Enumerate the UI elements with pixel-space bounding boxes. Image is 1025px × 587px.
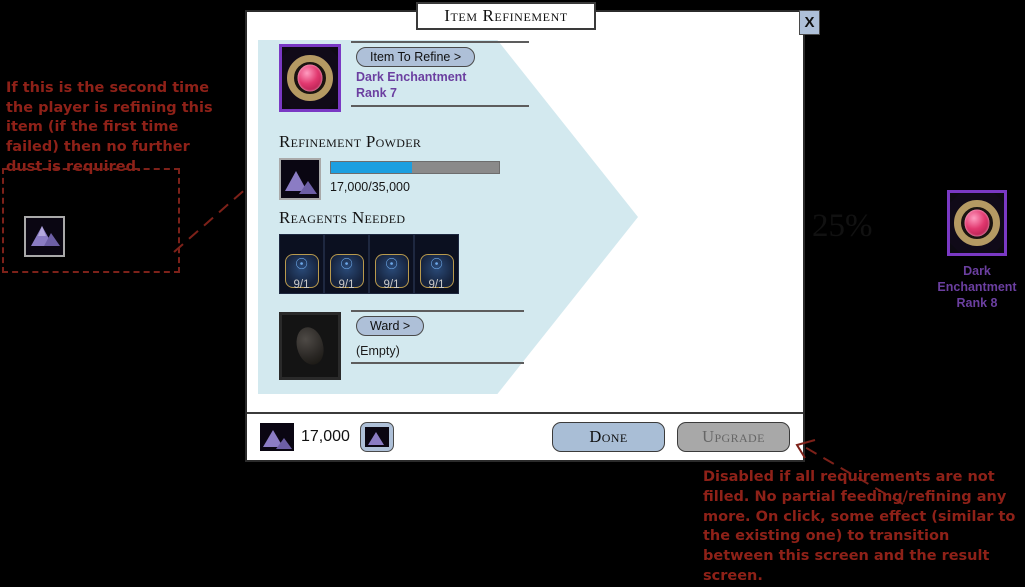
- item-to-refine-icon[interactable]: [279, 44, 341, 112]
- reagents-needed-section: Reagents Needed ☉ 9/1 ☉ 9/1 ☉ 9/1 ☉ 9/1: [279, 208, 459, 294]
- item-to-refine-meta: Item To Refine > Dark Enchantment Rank 7: [351, 41, 529, 107]
- reagent-slot[interactable]: ☉ 9/1: [414, 234, 459, 294]
- refinement-powder-progress-fill: [331, 162, 412, 173]
- ward-row: Ward > (Empty): [279, 310, 524, 382]
- ward-status: (Empty): [356, 344, 400, 358]
- dust-icon-sample: [24, 216, 65, 257]
- annotation-left-text: If this is the second time the player is…: [6, 80, 213, 175]
- result-item-name: Dark Enchantment Rank 8: [937, 264, 1017, 310]
- result-item: Dark Enchantment Rank 8: [922, 190, 1025, 311]
- reagent-slot[interactable]: ☉ 9/1: [279, 234, 324, 294]
- result-item-icon: [947, 190, 1007, 256]
- item-refinement-dialog: Item Refinement X Item To Refine > Dark …: [245, 2, 1017, 462]
- refinement-powder-amount-label: 17,000/35,000: [330, 180, 410, 194]
- refinement-powder-meta: 17,000/35,000: [330, 158, 500, 194]
- success-chance-percent: 25%: [812, 208, 873, 244]
- divider-top: [351, 41, 529, 43]
- close-icon[interactable]: X: [799, 10, 820, 35]
- refinement-powder-heading: Refinement Powder: [279, 132, 422, 151]
- reagent-count: 9/1: [383, 279, 400, 291]
- refinement-powder-icon[interactable]: [279, 158, 321, 200]
- reagent-count: 9/1: [293, 279, 310, 291]
- annotation-right-text: Disabled if all requirements are not fil…: [703, 469, 1016, 584]
- refinement-powder-section: Refinement Powder 17,000/35,000: [279, 132, 539, 200]
- page-title: Item Refinement: [444, 6, 568, 25]
- divider-bottom: [351, 362, 524, 364]
- reagent-slot[interactable]: ☉ 9/1: [324, 234, 369, 294]
- divider-top: [351, 310, 524, 312]
- reagent-slot-grid: ☉ 9/1 ☉ 9/1 ☉ 9/1 ☉ 9/1: [279, 234, 459, 294]
- reagent-count: 9/1: [338, 279, 355, 291]
- item-to-refine-button[interactable]: Item To Refine >: [356, 47, 476, 67]
- divider-bottom: [351, 105, 529, 107]
- dust-pile-icon: [26, 218, 63, 255]
- ward-meta: Ward > (Empty): [351, 310, 524, 364]
- refinement-powder-progress-bar: [330, 161, 500, 174]
- item-to-refine-name: Dark Enchantment Rank 7: [356, 70, 467, 100]
- reagent-slot[interactable]: ☉ 9/1: [369, 234, 414, 294]
- ward-slot-icon[interactable]: [279, 312, 341, 380]
- dialog-content: Item To Refine > Dark Enchantment Rank 7…: [247, 12, 1017, 460]
- dialog-titlebar: Item Refinement: [416, 2, 596, 30]
- ward-button[interactable]: Ward >: [356, 316, 425, 336]
- item-to-refine-row: Item To Refine > Dark Enchantment Rank 7: [279, 41, 529, 116]
- reagent-count: 9/1: [428, 279, 445, 291]
- reagents-needed-heading: Reagents Needed: [279, 208, 406, 227]
- refinement-powder-row: 17,000/35,000: [279, 158, 539, 200]
